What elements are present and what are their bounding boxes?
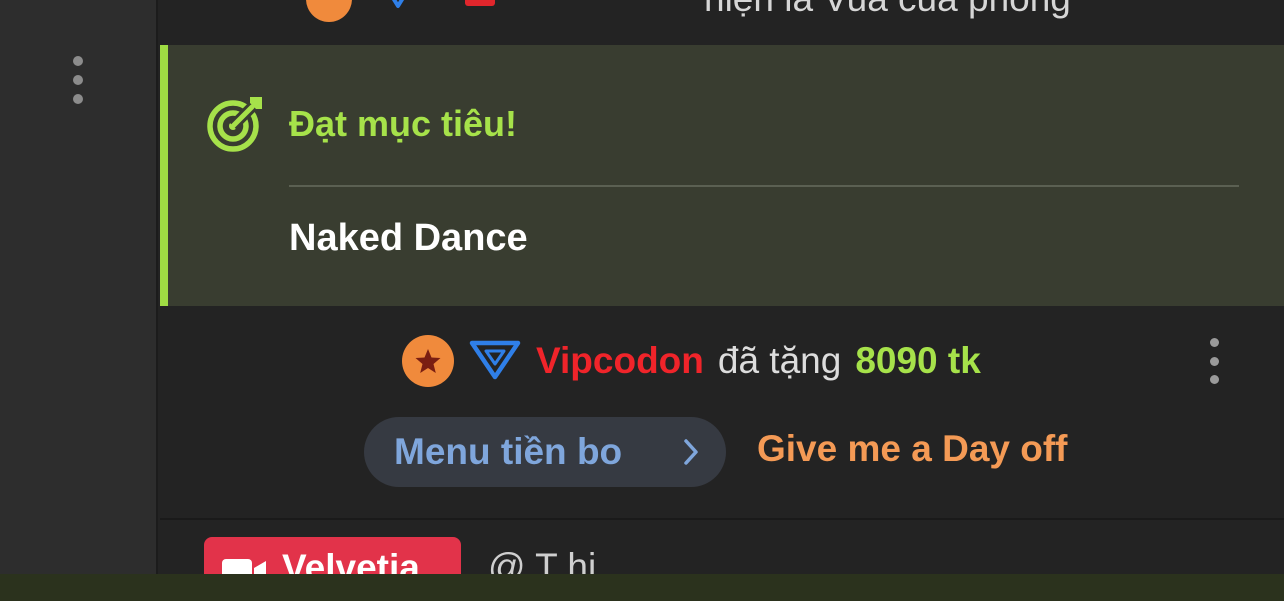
chevron-right-icon — [684, 439, 698, 465]
username-fragment — [465, 0, 495, 6]
message-text: @ T hi — [488, 546, 597, 574]
tipper-username[interactable]: Vipcodon — [536, 340, 704, 382]
goal-reached-card: Đạt mục tiêu! Naked Dance — [160, 45, 1284, 306]
star-badge-icon — [402, 335, 454, 387]
broadcaster-badge[interactable]: Velvetia — [204, 537, 461, 574]
triangle-rank-icon — [469, 340, 521, 380]
dot — [73, 56, 83, 66]
broadcaster-username: Velvetia — [282, 547, 420, 574]
tip-menu-button[interactable]: Menu tiền bo — [364, 417, 726, 487]
dot — [1209, 375, 1219, 384]
bottom-bar — [0, 574, 1284, 601]
king-announcement-message: hiện là Vua của phòng — [160, 0, 1284, 44]
chat-app: hiện là Vua của phòng Đạt mục tiêu! Nake… — [0, 0, 1284, 601]
dot — [73, 75, 83, 85]
more-vertical-icon[interactable] — [1204, 336, 1224, 386]
goal-divider — [289, 185, 1239, 187]
target-icon — [207, 97, 262, 152]
user-message: Velvetia @ T hi — [160, 520, 1284, 574]
dot — [73, 94, 83, 104]
left-sidebar — [0, 0, 158, 574]
announcement-text: hiện là Vua của phòng — [704, 0, 1071, 20]
star-badge-icon — [306, 0, 352, 22]
triangle-rank-icon — [391, 0, 405, 8]
tip-message: Vipcodon đã tặng 8090 tk Menu tiền bo Gi… — [160, 306, 1284, 518]
sidebar-more-icon[interactable] — [68, 52, 88, 108]
dot — [1209, 356, 1219, 366]
chat-feed: hiện là Vua của phòng Đạt mục tiêu! Nake… — [160, 0, 1284, 574]
tip-line: Vipcodon đã tặng 8090 tk — [402, 334, 981, 388]
tip-amount: 8090 tk — [855, 340, 981, 381]
goal-name: Naked Dance — [289, 217, 528, 259]
tip-verb: đã tặng — [717, 340, 842, 381]
video-camera-icon — [222, 559, 266, 574]
tip-menu-label: Menu tiền bo — [394, 431, 623, 472]
tip-menu-item: Give me a Day off — [757, 428, 1068, 469]
goal-title: Đạt mục tiêu! — [289, 103, 518, 144]
dot — [1209, 338, 1219, 347]
